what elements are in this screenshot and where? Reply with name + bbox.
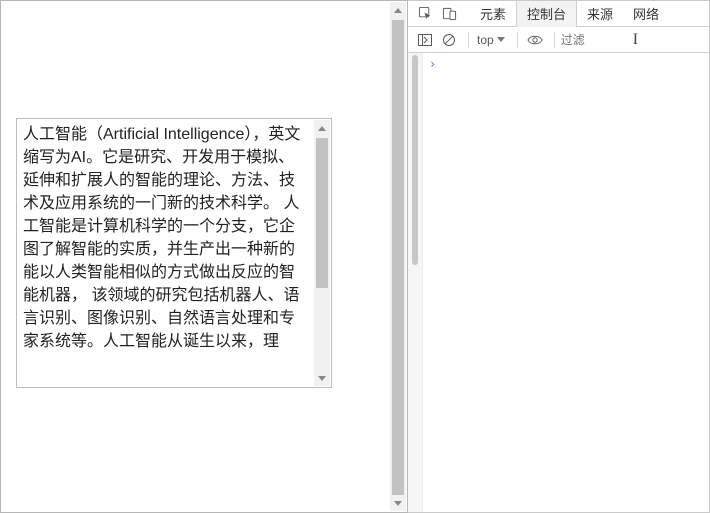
clear-console-icon[interactable] (438, 29, 460, 51)
chevron-down-icon (497, 37, 505, 42)
ai-textarea-content: 人工智能（Artificial Intelligence），英文缩写为AI。它是… (23, 123, 309, 383)
console-body: › (408, 53, 709, 512)
context-selector[interactable]: top (477, 33, 505, 47)
tab-sources[interactable]: 来源 (577, 1, 623, 27)
textarea-scrollbar[interactable] (314, 120, 330, 386)
ai-textarea[interactable]: 人工智能（Artificial Intelligence），英文缩写为AI。它是… (16, 118, 332, 388)
tab-console[interactable]: 控制台 (516, 1, 577, 27)
live-expression-eye-icon[interactable] (524, 29, 546, 51)
tab-elements[interactable]: 元素 (470, 1, 516, 27)
viewport-scroll-down[interactable] (390, 495, 406, 511)
viewport-scroll-up[interactable] (390, 2, 406, 18)
context-selector-label: top (477, 33, 494, 47)
viewport-scroll-thumb[interactable] (392, 20, 404, 496)
divider (554, 32, 555, 48)
console-prompt: › (429, 57, 436, 71)
devtools-panel: 元素 控制台 来源 网络 top I › (408, 0, 710, 513)
tab-network[interactable]: 网络 (623, 1, 669, 27)
devtools-tabs: 元素 控制台 来源 网络 (470, 1, 669, 27)
text-cursor-icon: I (633, 31, 638, 49)
inspect-element-icon[interactable] (414, 3, 436, 25)
divider (517, 32, 518, 48)
console-scrollbar[interactable] (408, 53, 423, 512)
divider (468, 32, 469, 48)
textarea-scroll-up[interactable] (314, 120, 330, 136)
viewport-scrollbar[interactable] (390, 2, 406, 511)
devtools-toolbar-main: 元素 控制台 来源 网络 (408, 1, 709, 27)
console-sidebar-toggle-icon[interactable] (414, 29, 436, 51)
textarea-scroll-down[interactable] (314, 370, 330, 386)
page-viewport: 人工智能（Artificial Intelligence），英文缩写为AI。它是… (0, 0, 408, 513)
device-toggle-icon[interactable] (438, 3, 460, 25)
textarea-scroll-thumb[interactable] (316, 138, 328, 288)
console-toolbar: top I (408, 27, 709, 53)
console-output[interactable]: › (423, 53, 709, 512)
console-scroll-thumb[interactable] (412, 55, 418, 265)
console-filter-input[interactable] (561, 33, 631, 47)
